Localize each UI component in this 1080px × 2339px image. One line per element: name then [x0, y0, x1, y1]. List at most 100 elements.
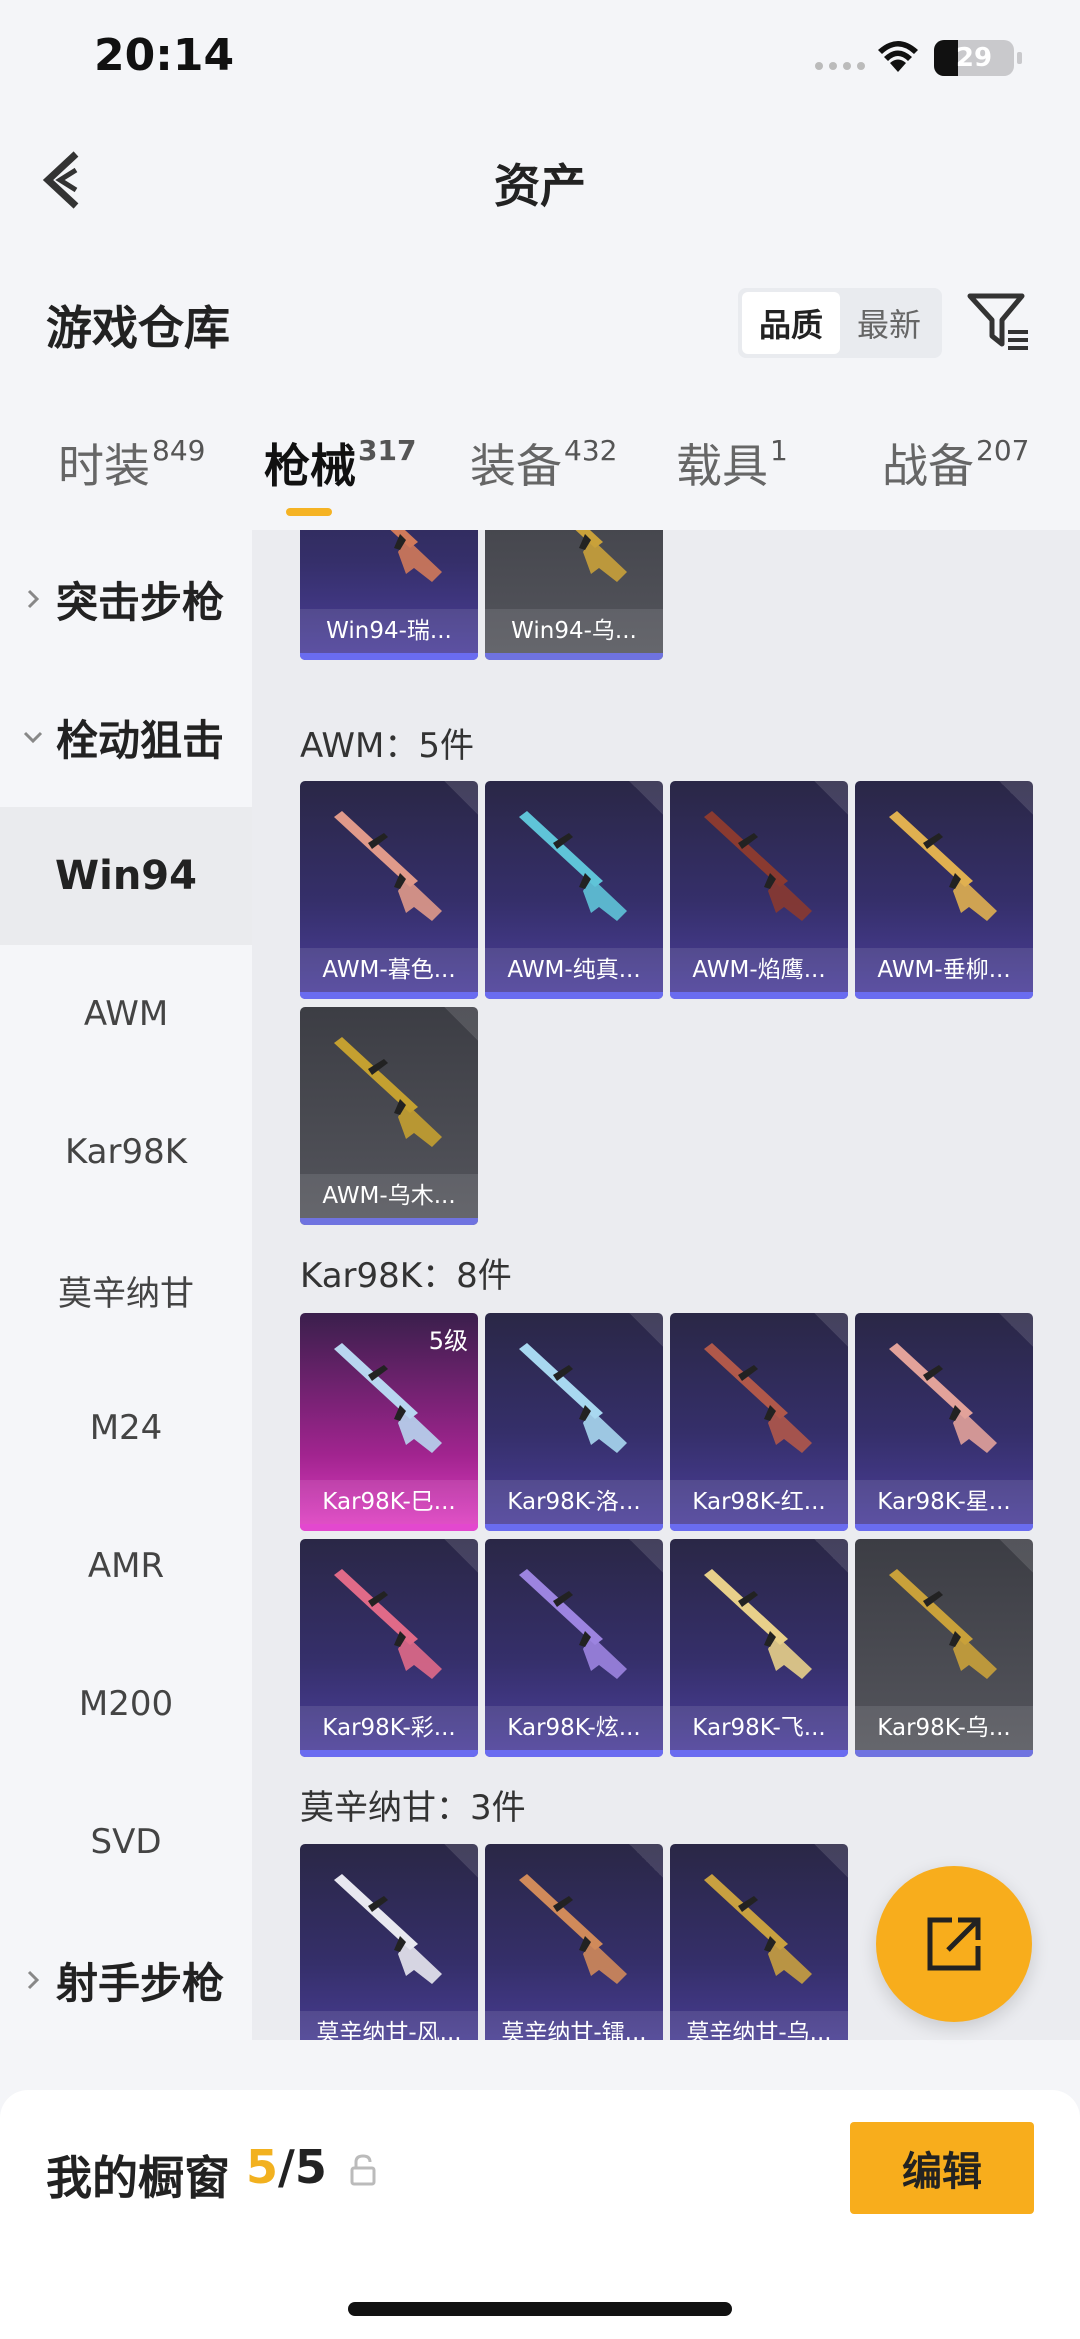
tab-count: 849 [152, 433, 206, 467]
active-tab-indicator [286, 508, 332, 516]
tab-count: 432 [564, 433, 618, 467]
tab-vehicles[interactable]: 载具1 [676, 430, 788, 496]
group-title-awm: AWM：5件 [300, 726, 474, 766]
weapon-card[interactable]: Win94-乌... [485, 530, 663, 660]
weapon-card[interactable]: 5级 Kar98K-巳... [300, 1313, 478, 1531]
weapon-card-label: Kar98K-彩... [300, 1706, 478, 1750]
sidebar-item-amr[interactable]: AMR [0, 1497, 252, 1635]
weapon-card[interactable]: Kar98K-乌... [855, 1539, 1033, 1757]
tab-label: 载具 [676, 439, 768, 493]
share-icon [927, 1917, 981, 1971]
weapon-card[interactable]: AWM-乌木... [300, 1007, 478, 1225]
tab-label: 装备 [470, 439, 562, 493]
tab-count: 207 [976, 433, 1030, 467]
battery-icon: 29 [934, 40, 1022, 76]
weapon-card-label: AWM-焰鹰... [670, 948, 848, 992]
sidebar-item-win94[interactable]: Win94 [0, 807, 252, 945]
sidebar-group-assault-rifles[interactable]: 突击步枪 [0, 530, 252, 668]
sidebar-item-mosin[interactable]: 莫辛纳甘 [0, 1221, 252, 1359]
lock-icon [350, 2154, 376, 2186]
tab-firearms[interactable]: 枪械317 [264, 430, 416, 496]
showcase-current: 5 [246, 2140, 279, 2194]
sort-newest-button[interactable]: 最新 [840, 292, 938, 354]
sidebar-item-svd[interactable]: SVD [0, 1773, 252, 1911]
weapon-card[interactable]: 莫辛纳甘-风... [300, 1844, 478, 2040]
weapon-card[interactable]: AWM-垂柳... [855, 781, 1033, 999]
category-tabs: 时装849 枪械317 装备432 载具1 战备207 [0, 430, 1080, 530]
section-title: 游戏仓库 [46, 301, 230, 355]
wifi-icon [878, 41, 918, 72]
weapon-card[interactable]: Kar98K-炫... [485, 1539, 663, 1757]
sidebar-item-kar98k[interactable]: Kar98K [0, 1083, 252, 1221]
rifle-icon [704, 1343, 812, 1453]
sort-quality-button[interactable]: 品质 [742, 292, 840, 354]
sidebar-group-bolt-snipers[interactable]: 栓动狙击 [0, 668, 252, 806]
rifle-icon [889, 1343, 997, 1453]
rifle-icon [704, 1874, 812, 1984]
level-badge: 5级 [428, 1327, 468, 1355]
weapon-card-label: 莫辛纳甘-风... [300, 2011, 478, 2040]
weapon-grid: Win94-瑞... Win94-乌... AWM：5件 AWM-暮色... A… [252, 530, 1080, 2040]
tab-count: 317 [358, 433, 417, 467]
weapon-card[interactable]: AWM-纯真... [485, 781, 663, 999]
rifle-icon [334, 1874, 442, 1984]
edit-button[interactable]: 编辑 [850, 2122, 1034, 2214]
rifle-icon [519, 1569, 627, 1679]
tab-label: 战备 [882, 439, 974, 493]
weapon-card[interactable]: Kar98K-红... [670, 1313, 848, 1531]
weapon-card-label: Kar98K-巳... [300, 1480, 478, 1524]
sidebar-group-label: 射手步枪 [56, 1958, 225, 2008]
weapon-card[interactable]: Kar98K-彩... [300, 1539, 478, 1757]
sidebar-item-m24[interactable]: M24 [0, 1359, 252, 1497]
tab-war-gear[interactable]: 战备207 [882, 430, 1029, 496]
weapon-card-label: Kar98K-飞... [670, 1706, 848, 1750]
rifle-icon [575, 530, 627, 582]
showcase-count: 5/5 [246, 2140, 327, 2194]
rifle-icon [704, 811, 812, 921]
share-button[interactable] [876, 1866, 1032, 2022]
rifle-icon [390, 530, 442, 582]
tab-count: 1 [770, 433, 788, 467]
weapon-card[interactable]: Kar98K-洛... [485, 1313, 663, 1531]
tab-fashion[interactable]: 时装849 [58, 430, 205, 496]
showcase-label: 我的橱窗 [46, 2151, 230, 2205]
chevron-right-icon [27, 589, 40, 609]
chevron-down-icon [23, 731, 43, 744]
tab-equipment[interactable]: 装备432 [470, 430, 617, 496]
weapon-card-label: Kar98K-星... [855, 1480, 1033, 1524]
weapon-card[interactable]: 莫辛纳甘-镭... [485, 1844, 663, 2040]
weapon-card[interactable]: AWM-暮色... [300, 781, 478, 999]
group-title-mosin: 莫辛纳甘：3件 [300, 1788, 526, 1828]
page-title: 资产 [494, 159, 586, 213]
tab-label: 时装 [58, 439, 150, 493]
weapon-card-label: Kar98K-乌... [855, 1706, 1033, 1750]
weapon-card-label: Kar98K-洛... [485, 1480, 663, 1524]
weapon-card-label: 莫辛纳甘-镭... [485, 2011, 663, 2040]
weapon-card-label: AWM-纯真... [485, 948, 663, 992]
weapon-card-label: Kar98K-炫... [485, 1706, 663, 1750]
weapon-card-label: AWM-乌木... [300, 1174, 478, 1218]
weapon-card-label: Kar98K-红... [670, 1480, 848, 1524]
filter-icon[interactable] [966, 290, 1032, 354]
sort-toggle: 品质 最新 [738, 288, 942, 358]
sidebar-group-label: 突击步枪 [56, 577, 225, 627]
rifle-icon [704, 1569, 812, 1679]
weapon-card-label: Win94-乌... [485, 609, 663, 653]
tab-label: 枪械 [264, 439, 356, 493]
group-title-kar98k: Kar98K：8件 [300, 1256, 512, 1296]
sidebar-group-marksman-rifles[interactable]: 射手步枪 [0, 1911, 252, 2049]
weapon-card[interactable]: 莫辛纳甘-乌... [670, 1844, 848, 2040]
signal-dots-icon [815, 62, 865, 70]
rifle-icon [334, 1569, 442, 1679]
status-bar: 20:14 29 [0, 0, 1080, 130]
status-time: 20:14 [94, 30, 235, 81]
weapon-card[interactable]: Kar98K-星... [855, 1313, 1033, 1531]
sidebar-item-m200[interactable]: M200 [0, 1635, 252, 1773]
weapon-card[interactable]: AWM-焰鹰... [670, 781, 848, 999]
rifle-icon [334, 811, 442, 921]
sidebar-item-awm[interactable]: AWM [0, 945, 252, 1083]
weapon-card[interactable]: Kar98K-飞... [670, 1539, 848, 1757]
weapon-card[interactable]: Win94-瑞... [300, 530, 478, 660]
weapon-card-label: AWM-暮色... [300, 948, 478, 992]
home-indicator [348, 2302, 732, 2316]
